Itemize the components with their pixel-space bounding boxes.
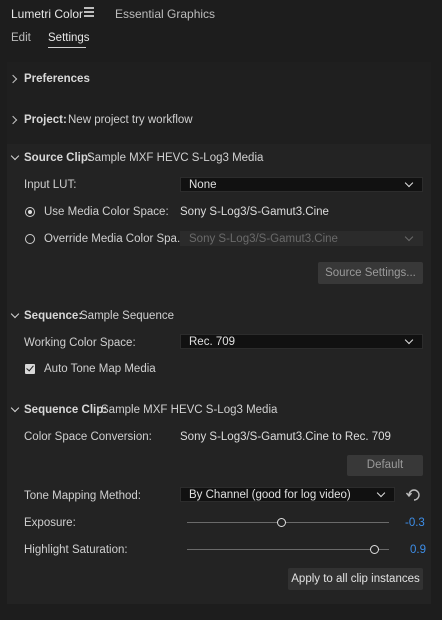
section-source-clip[interactable]: Source Clip: <box>24 152 92 164</box>
sequence-clip-name: Sample MXF HEVC S-Log3 Media <box>101 404 278 416</box>
working-color-space-dropdown[interactable]: Rec. 709 <box>180 334 423 349</box>
auto-tone-map-checkbox[interactable] <box>25 363 35 374</box>
chevron-down-icon <box>404 178 414 188</box>
exposure-slider-handle[interactable] <box>276 518 286 527</box>
chevron-down-icon <box>404 335 414 345</box>
highlight-saturation-label: Highlight Saturation: <box>24 544 128 556</box>
apply-to-all-clip-instances-button[interactable]: Apply to all clip instances <box>288 568 423 590</box>
use-media-color-space-radio[interactable] <box>25 207 35 217</box>
color-space-conversion-label: Color Space Conversion: <box>24 431 152 443</box>
source-clip-name: Sample MXF HEVC S-Log3 Media <box>87 152 264 164</box>
override-color-space-value: Sony S-Log3/S-Gamut3.Cine <box>189 233 338 245</box>
default-button[interactable]: Default <box>347 455 423 476</box>
tone-mapping-method-label: Tone Mapping Method: <box>24 490 141 502</box>
highlight-saturation-slider-handle[interactable] <box>369 545 379 554</box>
reset-icon[interactable] <box>406 489 422 501</box>
highlight-saturation-slider-track[interactable] <box>187 549 389 550</box>
project-name: New project try workflow <box>68 114 193 126</box>
tab-lumetri-color[interactable]: Lumetri Color <box>11 7 83 21</box>
override-media-color-space-radio[interactable] <box>25 234 35 244</box>
tab-edit[interactable]: Edit <box>11 32 31 44</box>
working-color-space-value: Rec. 709 <box>189 336 236 348</box>
source-settings-button[interactable]: Source Settings... <box>318 262 423 284</box>
exposure-label: Exposure: <box>24 517 76 529</box>
input-lut-label: Input LUT: <box>24 179 77 191</box>
exposure-slider-track[interactable] <box>187 522 389 523</box>
panel-menu-icon[interactable] <box>84 7 94 17</box>
auto-tone-map-label: Auto Tone Map Media <box>44 363 156 375</box>
override-color-space-dropdown[interactable]: Sony S-Log3/S-Gamut3.Cine <box>180 231 423 246</box>
section-sequence[interactable]: Sequence: <box>24 310 82 322</box>
tab-essential-graphics[interactable]: Essential Graphics <box>115 7 215 21</box>
color-space-conversion-value: Sony S-Log3/S-Gamut3.Cine to Rec. 709 <box>180 431 391 443</box>
active-tab-underline <box>48 47 86 48</box>
working-color-space-label: Working Color Space: <box>24 337 136 349</box>
input-lut-dropdown[interactable]: None <box>180 177 423 192</box>
use-media-color-space-label: Use Media Color Space: <box>44 206 169 218</box>
chevron-down-icon <box>404 232 414 242</box>
chevron-down-icon <box>376 488 386 498</box>
sequence-name: Sample Sequence <box>80 310 174 322</box>
input-lut-value: None <box>189 179 217 191</box>
section-project[interactable]: Project: <box>24 114 67 126</box>
tab-settings[interactable]: Settings <box>48 32 90 44</box>
highlight-saturation-value[interactable]: 0.9 <box>410 544 426 556</box>
section-sequence-clip[interactable]: Sequence Clip: <box>24 404 107 416</box>
exposure-value[interactable]: -0.3 <box>405 517 425 529</box>
section-preferences[interactable]: Preferences <box>24 73 90 85</box>
tone-mapping-method-dropdown[interactable]: By Channel (good for log video) <box>180 487 395 502</box>
override-media-color-space-label: Override Media Color Spa... <box>44 233 187 245</box>
tone-mapping-method-value: By Channel (good for log video) <box>189 489 351 501</box>
media-color-space-value: Sony S-Log3/S-Gamut3.Cine <box>180 206 329 218</box>
